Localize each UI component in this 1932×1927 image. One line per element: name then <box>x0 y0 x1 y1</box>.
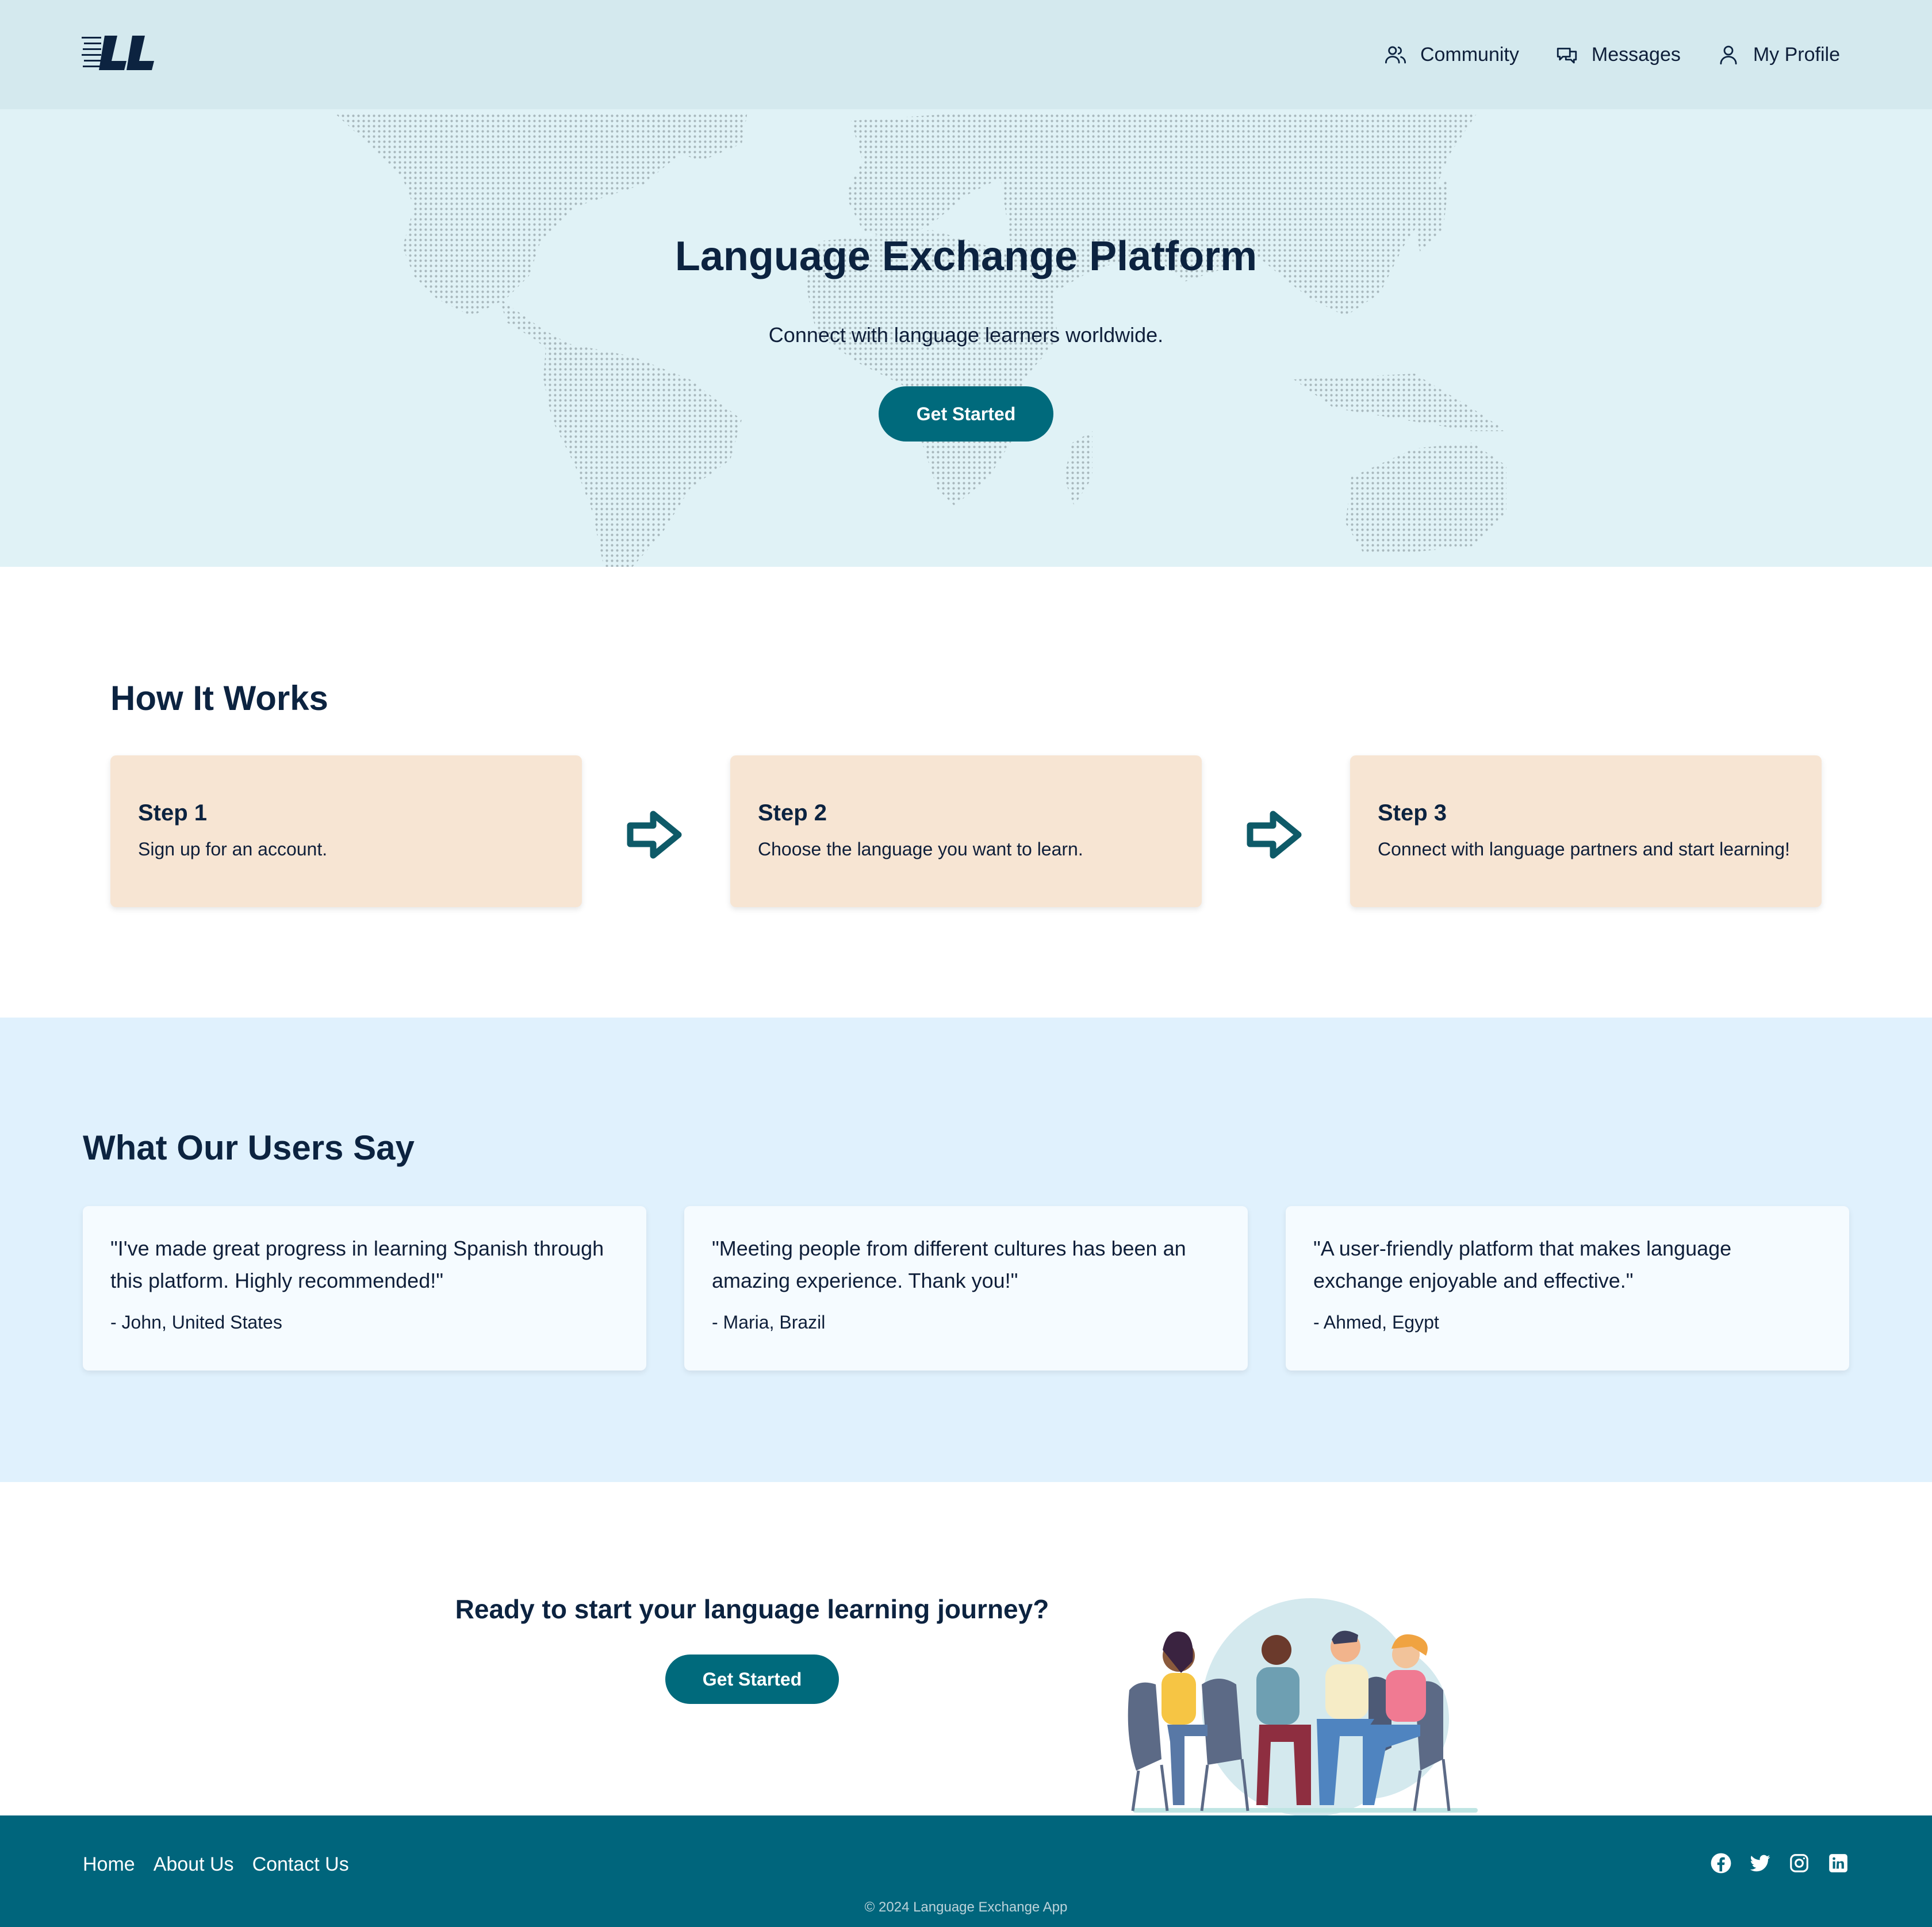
get-started-button[interactable]: Get Started <box>879 386 1053 442</box>
testimonial-author: - John, United States <box>110 1312 282 1333</box>
main-nav: Community Messages My Profile <box>1383 0 1840 109</box>
step-card-2: Step 2 Choose the language you want to l… <box>730 755 1202 907</box>
testimonial-author: - Ahmed, Egypt <box>1313 1312 1439 1333</box>
footer-link-about-us[interactable]: About Us <box>154 1853 234 1876</box>
users-icon <box>1385 46 1406 64</box>
twitter-icon[interactable] <box>1749 1852 1771 1874</box>
nav-my-profile[interactable]: My Profile <box>1716 43 1840 67</box>
how-it-works-title: How It Works <box>110 679 328 717</box>
testimonial-card-2: "Meeting people from different cultures … <box>684 1206 1248 1371</box>
hero-section: Language Exchange Platform Connect with … <box>0 109 1932 567</box>
top-navigation-bar: Community Messages My Profile <box>0 0 1932 109</box>
step-title: Step 3 <box>1378 800 1447 826</box>
nav-community[interactable]: Community <box>1383 43 1519 67</box>
step-title: Step 1 <box>138 800 208 826</box>
footer: Home About Us Contact Us © 2024 Language… <box>0 1815 1932 1927</box>
user-icon <box>1720 45 1737 65</box>
step-text: Connect with language partners and start… <box>1378 838 1790 859</box>
nav-messages-label: Messages <box>1591 43 1681 66</box>
nav-community-label: Community <box>1420 43 1519 66</box>
step-card-3: Step 3 Connect with language partners an… <box>1350 755 1822 907</box>
people-talking-illustration <box>1128 1598 1478 1817</box>
facebook-icon[interactable] <box>1710 1852 1732 1874</box>
cta-get-started-button[interactable]: Get Started <box>665 1655 839 1704</box>
testimonial-quote: "A user-friendly platform that makes lan… <box>1313 1237 1732 1292</box>
linkedin-icon[interactable] <box>1827 1852 1849 1874</box>
step-text: Choose the language you want to learn. <box>758 838 1083 859</box>
footer-links: Home About Us Contact Us <box>83 1853 349 1876</box>
copyright-text: © 2024 Language Exchange App <box>864 1899 1068 1915</box>
testimonial-card-3: "A user-friendly platform that makes lan… <box>1286 1206 1849 1371</box>
hero-title: Language Exchange Platform <box>674 233 1258 279</box>
social-links <box>1710 1852 1849 1874</box>
arrow-right-icon <box>1247 811 1302 859</box>
testimonial-card-1: "I've made great progress in learning Sp… <box>83 1206 646 1371</box>
nav-my-profile-label: My Profile <box>1753 43 1840 66</box>
chat-bubbles-icon <box>1557 48 1577 64</box>
nav-messages[interactable]: Messages <box>1555 43 1681 67</box>
instagram-icon[interactable] <box>1788 1852 1810 1874</box>
testimonial-quote: "I've made great progress in learning Sp… <box>110 1237 604 1292</box>
step-text: Sign up for an account. <box>138 838 328 859</box>
step-card-1: Step 1 Sign up for an account. <box>110 755 582 907</box>
footer-link-home[interactable]: Home <box>83 1853 135 1876</box>
hero-subtitle: Connect with language learners worldwide… <box>768 323 1164 347</box>
logo[interactable] <box>82 33 168 74</box>
cta-title: Ready to start your language learning jo… <box>455 1594 1049 1624</box>
testimonial-author: - Maria, Brazil <box>712 1312 826 1333</box>
testimonials-title: What Our Users Say <box>83 1128 415 1167</box>
testimonial-quote: "Meeting people from different cultures … <box>712 1237 1186 1292</box>
footer-link-contact-us[interactable]: Contact Us <box>252 1853 349 1876</box>
step-title: Step 2 <box>758 800 827 826</box>
arrow-right-icon <box>627 811 682 859</box>
